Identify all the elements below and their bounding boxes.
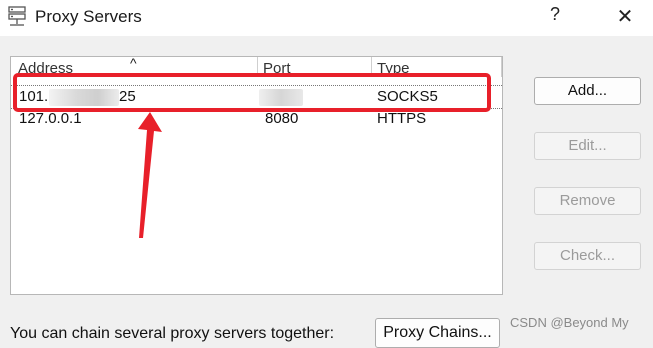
add-button[interactable]: Add...: [534, 77, 641, 105]
edit-button[interactable]: Edit...: [534, 132, 641, 160]
server-stack-icon: [8, 6, 26, 26]
row-address: 127.0.0.1: [19, 110, 82, 127]
help-button[interactable]: ?: [545, 4, 565, 30]
remove-button[interactable]: Remove: [534, 187, 641, 215]
proxy-chains-button[interactable]: Proxy Chains...: [375, 318, 500, 348]
column-divider[interactable]: [501, 57, 502, 77]
row-port: 8080: [265, 110, 299, 127]
title-bar: Proxy Servers ? ✕: [0, 0, 653, 36]
close-button[interactable]: ✕: [612, 4, 638, 30]
annotation-highlight-box: [13, 73, 491, 112]
chain-description: You can chain several proxy servers toge…: [10, 325, 335, 342]
watermark: CSDN @Beyond My: [510, 315, 629, 330]
annotation-arrow-icon: [138, 112, 162, 238]
check-button[interactable]: Check...: [534, 242, 641, 270]
window-title: Proxy Servers: [35, 7, 142, 26]
sort-ascending-icon: ^: [130, 57, 137, 71]
row-type: HTTPS: [377, 110, 427, 127]
